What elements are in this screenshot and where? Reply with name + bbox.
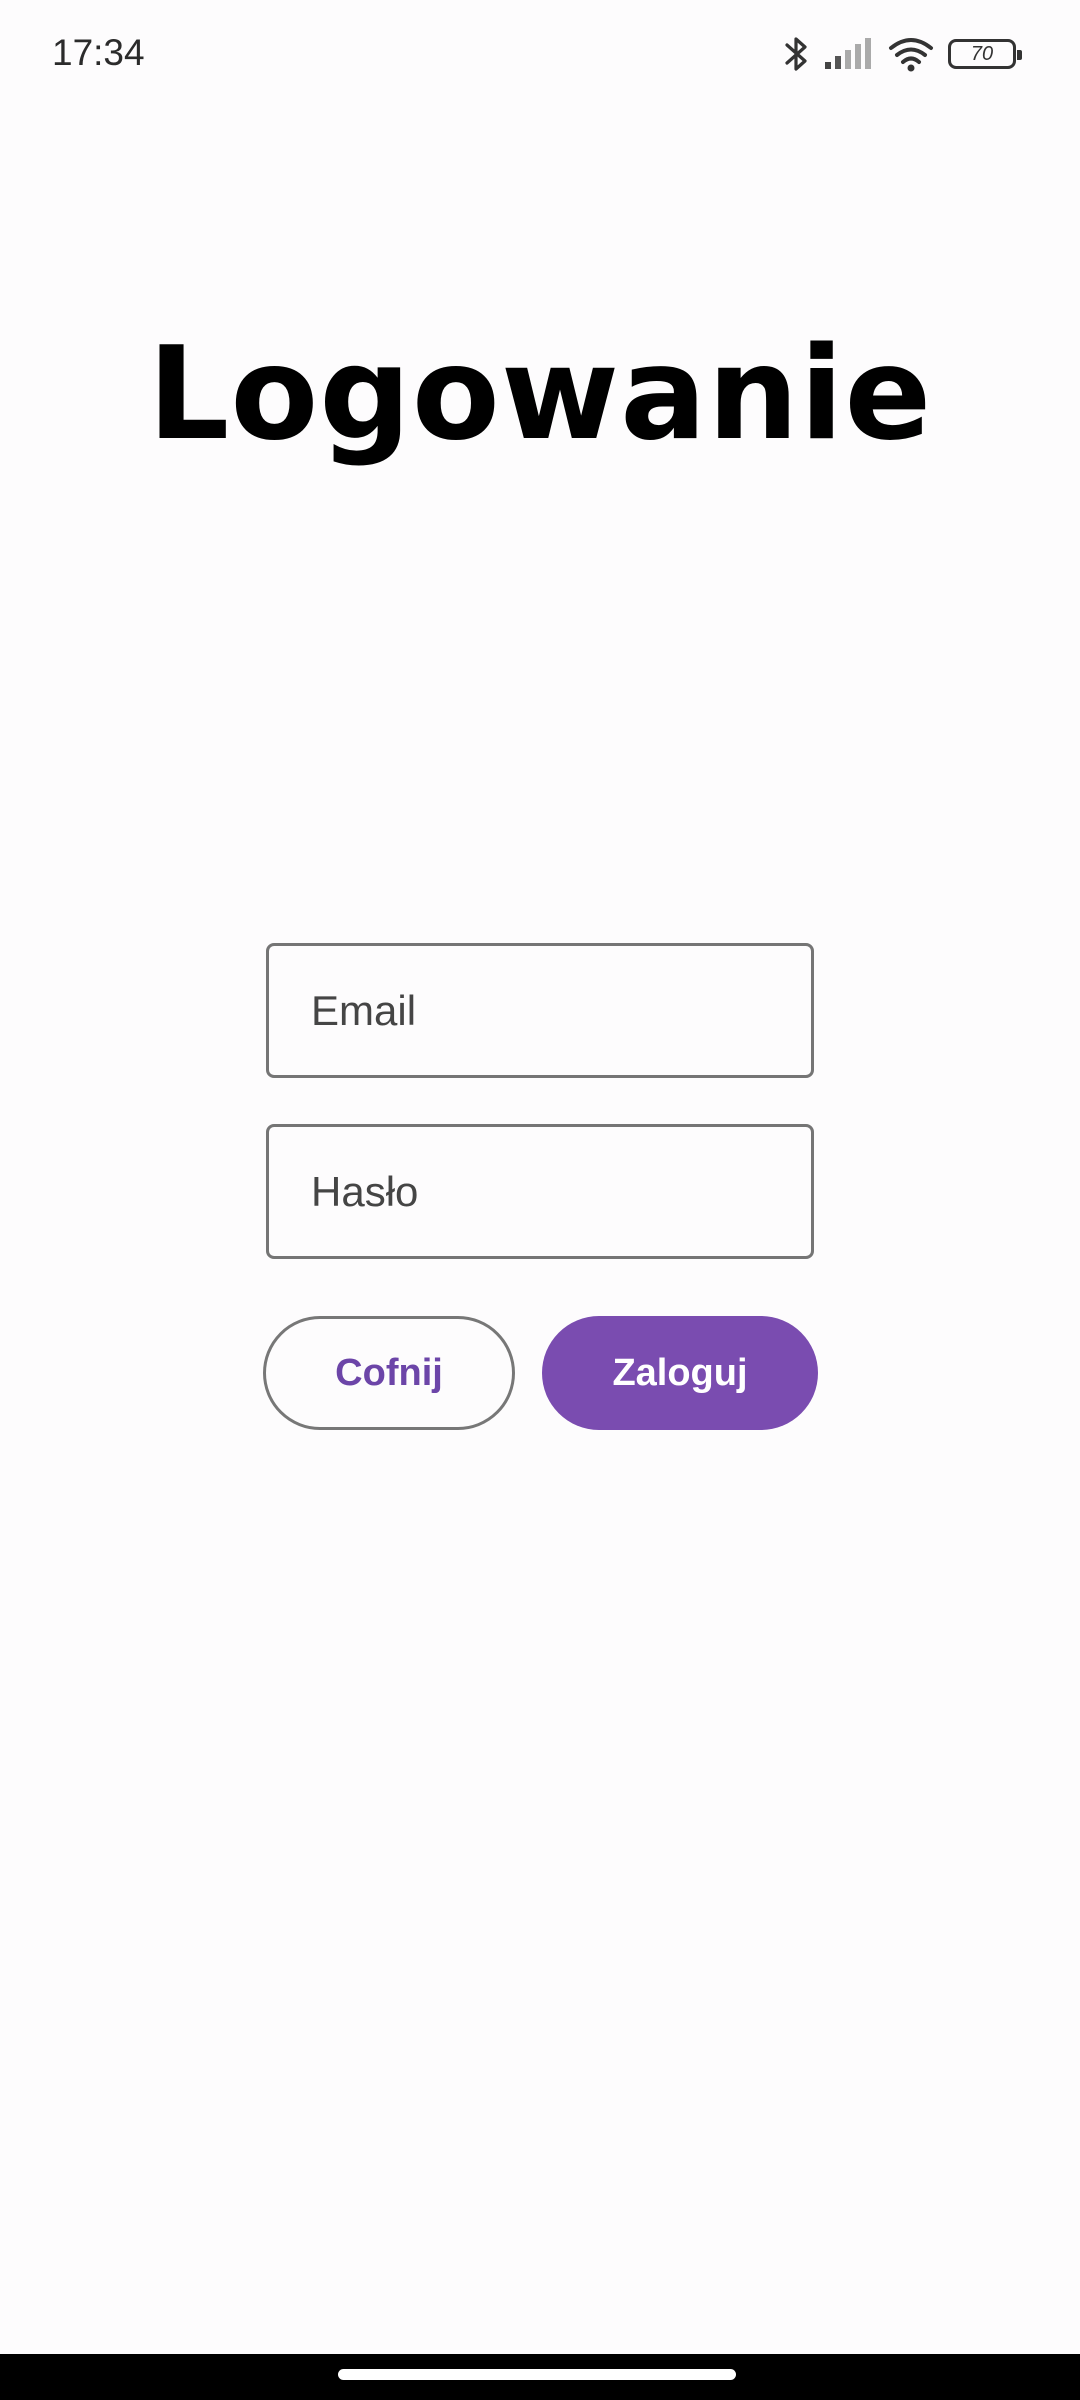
- status-time: 17:34: [52, 32, 145, 73]
- login-button[interactable]: Zaloguj: [542, 1316, 818, 1430]
- page-title: Logowanie: [147, 320, 933, 469]
- wifi-icon: [888, 36, 934, 72]
- back-button[interactable]: Cofnij: [263, 1316, 515, 1430]
- password-input[interactable]: [311, 1167, 811, 1216]
- login-screen: 17:34 70 Logowanie Email Cofnij Zaloguj: [0, 0, 1080, 2400]
- password-field[interactable]: [266, 1124, 814, 1259]
- email-input[interactable]: [311, 986, 811, 1035]
- battery-level: 70: [970, 43, 994, 65]
- battery-icon: 70: [948, 39, 1022, 69]
- status-bar: 17:34 70: [0, 0, 1080, 110]
- bluetooth-icon: [784, 35, 810, 73]
- home-indicator[interactable]: [338, 2369, 736, 2380]
- status-icons: 70: [784, 30, 1022, 78]
- signal-icon: [824, 38, 874, 70]
- navigation-bar: [0, 2354, 1080, 2400]
- email-field[interactable]: [266, 943, 814, 1078]
